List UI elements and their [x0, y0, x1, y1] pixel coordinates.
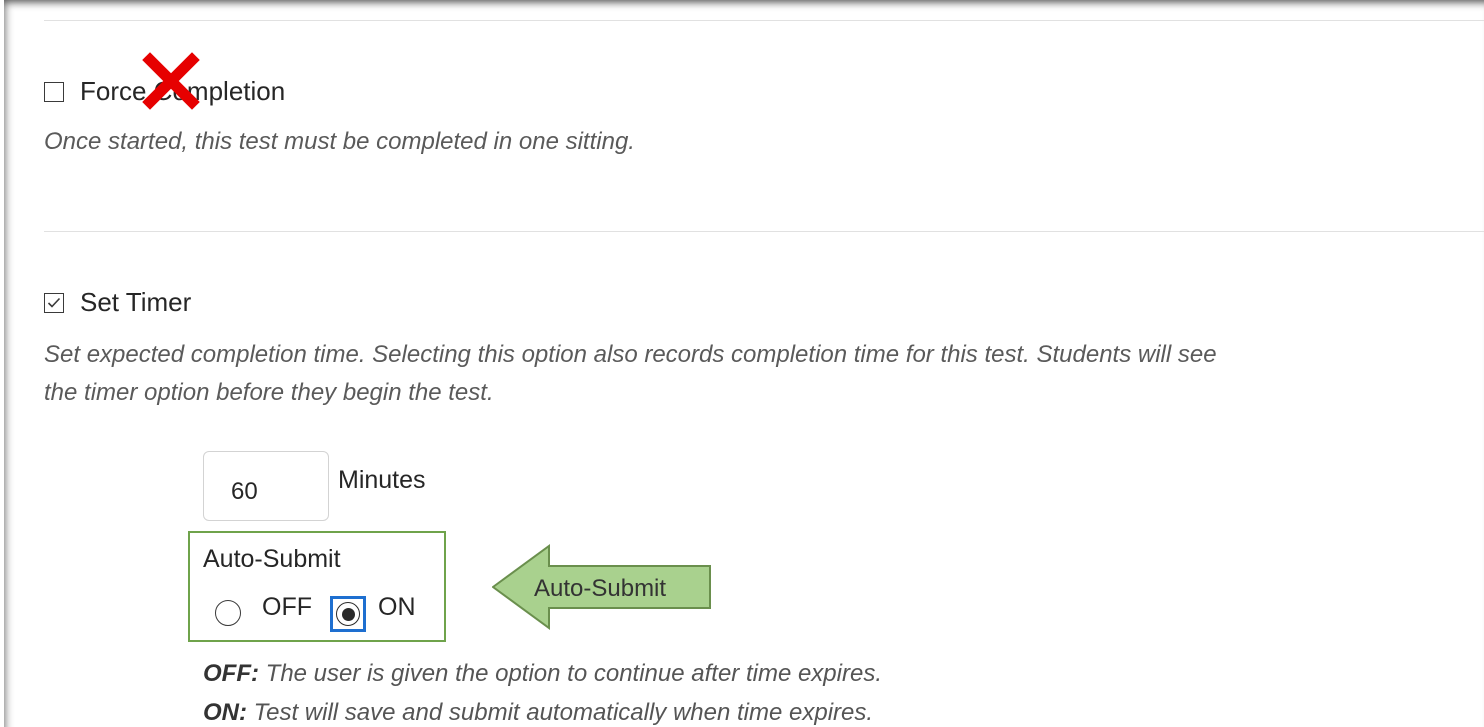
- force-completion-checkbox[interactable]: [44, 81, 64, 102]
- auto-submit-off-radio[interactable]: [215, 600, 241, 626]
- off-text: The user is given the option to continue…: [258, 660, 882, 687]
- minutes-input[interactable]: 60: [203, 451, 329, 521]
- set-timer-label: Set Timer: [80, 287, 192, 317]
- auto-submit-title: Auto-Submit: [203, 545, 341, 573]
- radio-selected-icon: [336, 602, 360, 626]
- auto-submit-callout-label: Auto-Submit: [534, 575, 667, 602]
- auto-submit-off-label: OFF: [262, 593, 312, 621]
- set-timer-description-line1: Set expected completion time. Selecting …: [44, 341, 1217, 368]
- on-text: Test will save and submit automatically …: [247, 699, 874, 726]
- minutes-label: Minutes: [338, 466, 426, 494]
- radio-dot: [341, 607, 355, 621]
- force-completion-description: Once started, this test must be complete…: [44, 128, 635, 155]
- set-timer-row[interactable]: Set Timer: [44, 287, 191, 318]
- set-timer-checkbox[interactable]: [44, 292, 64, 313]
- checkbox-checked-icon: [47, 297, 61, 308]
- off-key: OFF:: [203, 660, 259, 687]
- on-explanation: ON: Test will save and submit automatica…: [203, 699, 873, 727]
- off-explanation: OFF: The user is given the option to con…: [203, 660, 882, 688]
- auto-submit-on-radio[interactable]: [330, 596, 366, 632]
- divider: [44, 20, 1484, 21]
- red-x-icon: [142, 52, 200, 110]
- on-key: ON:: [203, 699, 247, 726]
- settings-panel: Force Completion Once started, this test…: [4, 0, 1484, 727]
- set-timer-description-line2: the timer option before they begin the t…: [44, 379, 494, 406]
- divider: [44, 231, 1484, 232]
- auto-submit-on-label: ON: [378, 593, 416, 621]
